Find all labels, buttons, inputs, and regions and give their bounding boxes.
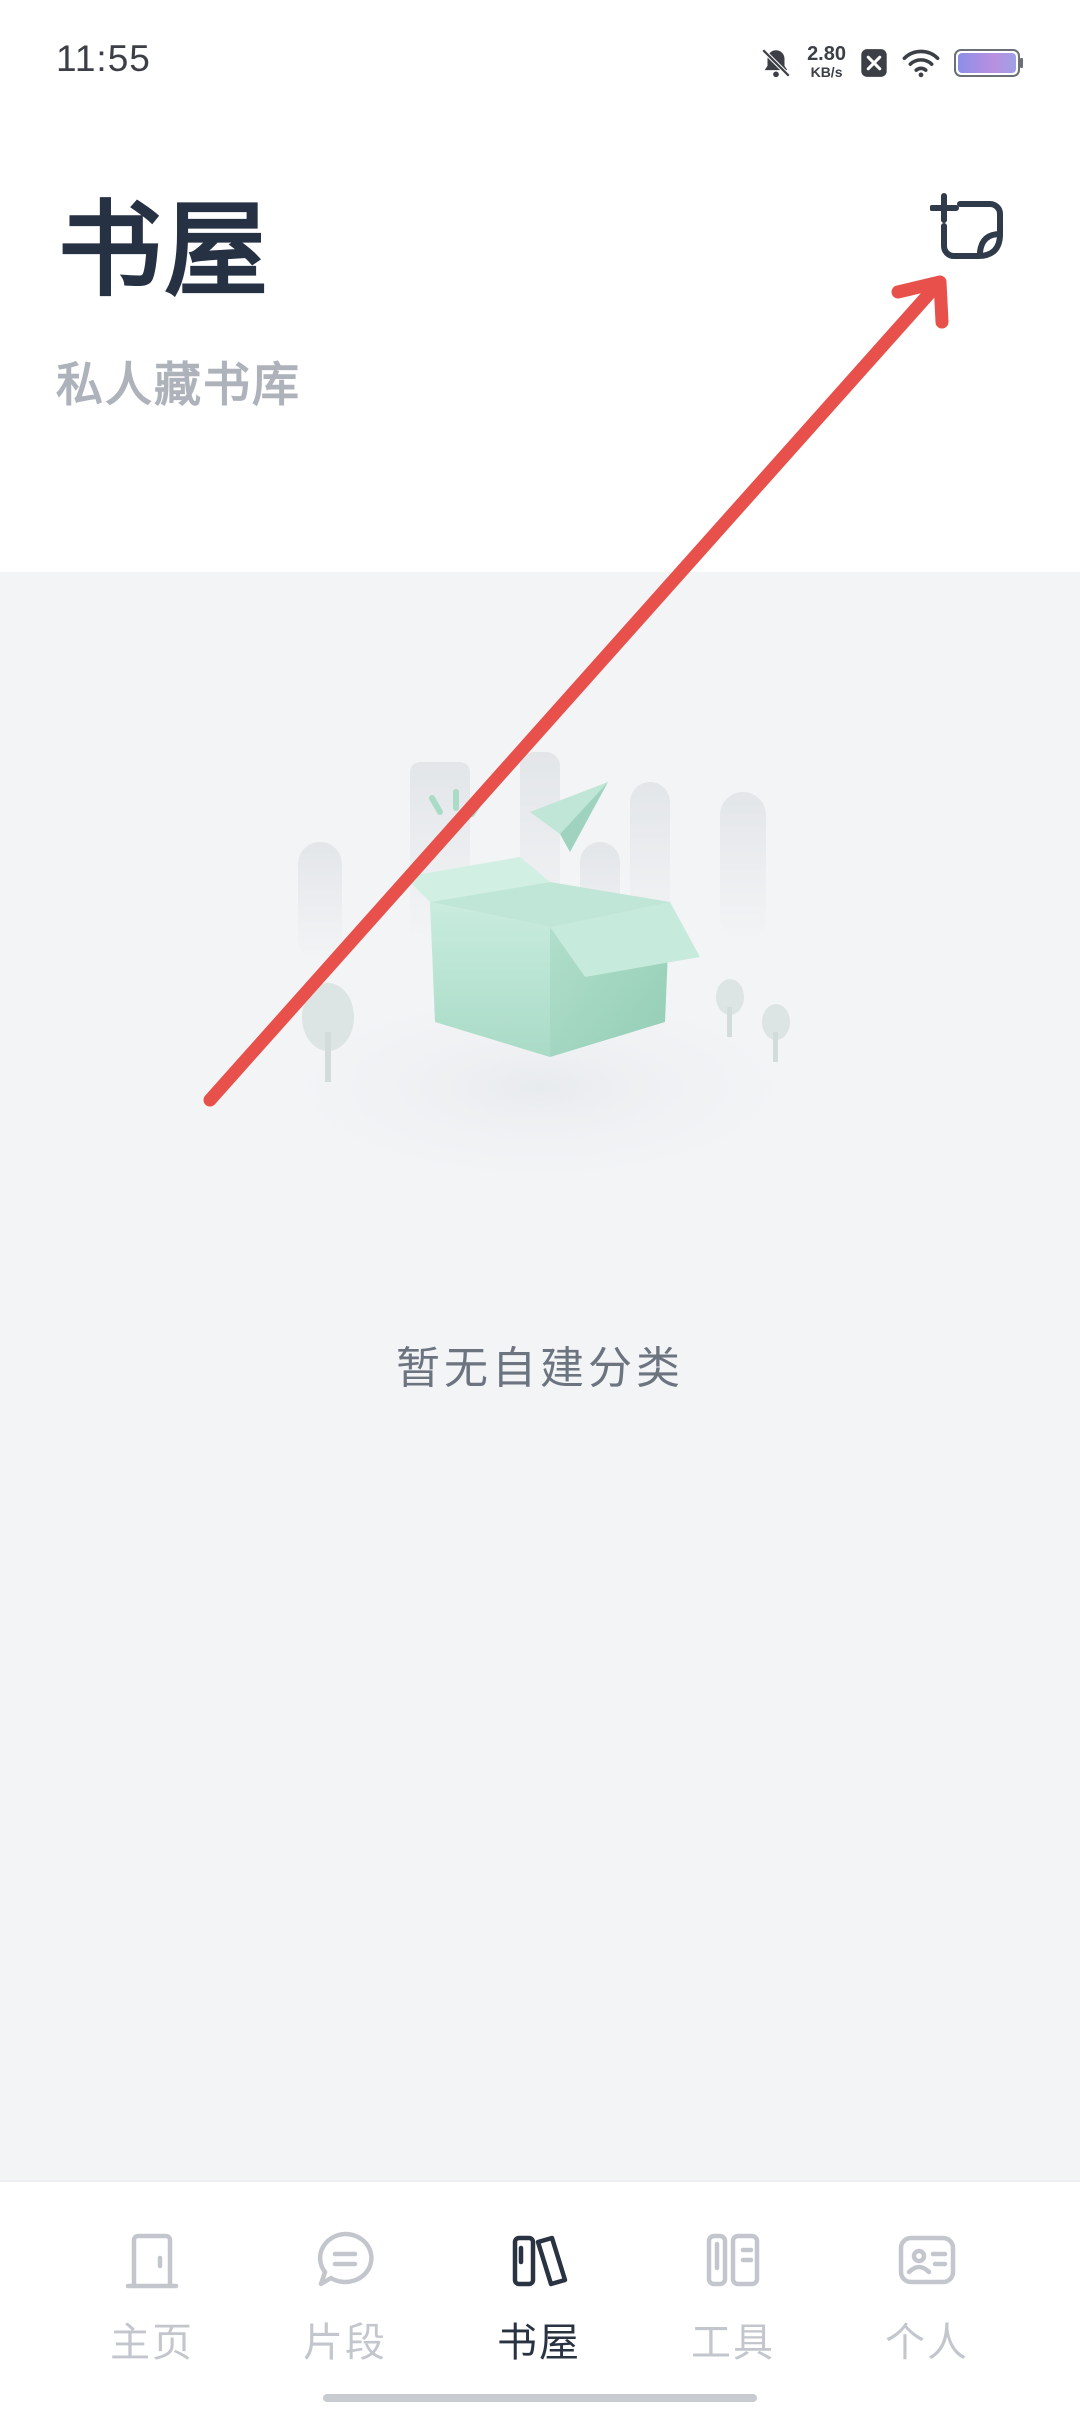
network-speed: 2.80 KB/s [807,43,846,81]
add-note-icon [929,193,1003,259]
nav-item-tools[interactable]: 工具 [663,2228,803,2378]
add-category-button[interactable] [929,190,1012,272]
nav-label-bookshelf: 书屋 [497,2320,581,2366]
nav-label-profile: 个人 [885,2320,969,2366]
door-icon [125,2233,179,2289]
chat-bubble-icon [317,2231,374,2287]
id-card-icon [898,2235,956,2285]
network-speed-value: 2.80 [807,43,846,65]
battery-icon [954,49,1023,77]
nav-item-home[interactable]: 主页 [82,2228,222,2378]
books-icon [512,2235,568,2287]
main-content: 暂无自建分类 [0,572,1080,2180]
empty-message: 暂无自建分类 [396,1343,684,1394]
page-subtitle: 私人藏书库 [56,358,301,413]
network-speed-unit: KB/s [810,64,843,80]
page-title: 书屋 [58,188,271,311]
nav-label-home: 主页 [110,2320,194,2366]
nav-item-bookshelf[interactable]: 书屋 [469,2228,609,2378]
bottom-nav: 主页 片段 书屋 工具 个人 [0,2180,1080,2410]
close-box-icon [861,49,887,77]
status-time: 11:55 [56,38,151,79]
wifi-icon [902,49,940,78]
status-bar: 11:55 2.80 KB/s [0,0,1080,130]
nav-label-tools: 工具 [691,2320,775,2366]
empty-box-illustration [230,752,850,1172]
status-icons: 2.80 KB/s [759,40,1024,86]
nav-label-snippets: 片段 [303,2320,387,2366]
bell-off-icon [761,48,791,78]
home-indicator[interactable] [323,2394,757,2402]
tools-icon [706,2233,760,2287]
nav-item-profile[interactable]: 个人 [857,2228,997,2378]
page-header: 书屋 私人藏书库 [0,130,1080,572]
nav-item-snippets[interactable]: 片段 [275,2228,415,2378]
